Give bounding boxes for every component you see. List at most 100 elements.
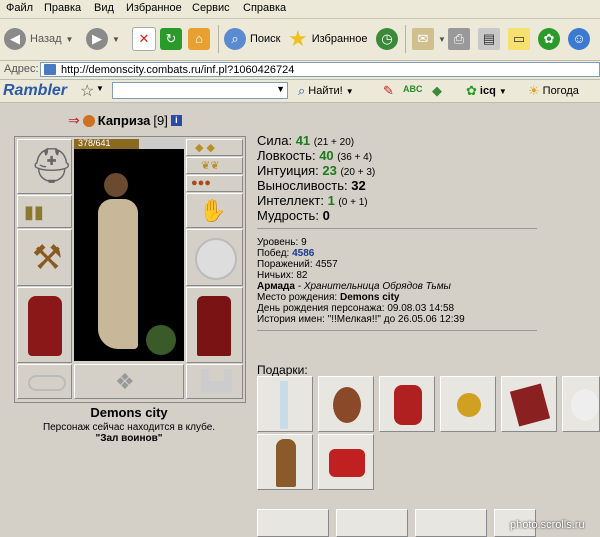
- gift-item[interactable]: [257, 434, 313, 490]
- character-header: ⇒ Каприза [9] i: [68, 112, 182, 129]
- menu-view[interactable]: Вид: [94, 2, 114, 14]
- gift-item[interactable]: [379, 376, 435, 432]
- helmet-slot[interactable]: ⛑: [17, 139, 74, 194]
- weather-button[interactable]: ☀ Погода: [528, 83, 579, 99]
- icq-flower-icon: ✿: [538, 28, 560, 50]
- rambler-toolbar: Rambler ☆ ▼ ▼ ⌕ Найти! ▼ ✎ ABC ◆ ✿ icq ▼…: [0, 80, 600, 103]
- discuss-button[interactable]: ▭: [508, 23, 530, 55]
- gift-clock-icon: [276, 439, 296, 487]
- rambler-logo[interactable]: Rambler: [3, 82, 67, 100]
- gift-item[interactable]: [415, 509, 487, 537]
- dropdown-arrow-icon[interactable]: ▼: [66, 35, 74, 44]
- star-icon[interactable]: ☆: [80, 81, 94, 101]
- helmet-icon: ⛑: [30, 147, 74, 185]
- gift-item[interactable]: [501, 376, 557, 432]
- forward-button[interactable]: ▶ ▼: [86, 23, 120, 55]
- dropdown-arrow-icon[interactable]: ▼: [499, 87, 507, 96]
- earrings-icon: ◆ ◆: [195, 142, 215, 154]
- emblem-icon: ❖: [115, 369, 135, 394]
- weapon-slot[interactable]: ⚒: [17, 229, 72, 286]
- avatar-head: [104, 173, 128, 197]
- menu-help[interactable]: Справка: [243, 2, 286, 14]
- mail-button[interactable]: ✉ ▼: [412, 23, 446, 55]
- print-button[interactable]: ⎙: [448, 23, 470, 55]
- spellcheck-icon[interactable]: ABC: [403, 84, 423, 94]
- gift-chocolate-icon: [509, 383, 551, 427]
- page-icon: [44, 64, 56, 75]
- menu-file[interactable]: Файл: [6, 2, 33, 14]
- sun-icon: ☀: [528, 83, 540, 98]
- address-url: http://demonscity.combats.ru/inf.pl?1060…: [61, 64, 295, 76]
- gift-item[interactable]: [440, 376, 496, 432]
- rings-icon: ●●●: [191, 177, 211, 189]
- hp-text: 378/641: [78, 138, 111, 148]
- refresh-button[interactable]: ↻: [160, 23, 182, 55]
- amulet-slot[interactable]: ❦❦: [186, 157, 243, 174]
- axe-icon: ⚒: [32, 239, 63, 277]
- rings-slot[interactable]: ●●●: [186, 175, 243, 192]
- gift-item[interactable]: [562, 376, 600, 432]
- history-button[interactable]: ◷: [376, 23, 398, 55]
- character-avatar[interactable]: 378/641: [74, 138, 184, 361]
- watermark: photo.scrolls.ru: [510, 519, 585, 531]
- toolbar-separator: [218, 25, 219, 53]
- history-icon: ◷: [376, 28, 398, 50]
- refresh-icon: ↻: [160, 28, 182, 50]
- messenger-button[interactable]: ☺: [568, 23, 590, 55]
- gift-scarf-icon: [329, 449, 365, 477]
- back-label: Назад: [30, 33, 62, 45]
- info-losses: Поражений: 4557: [257, 259, 338, 270]
- search-icon: ⌕: [298, 83, 306, 98]
- rune-slot[interactable]: ❖: [74, 364, 184, 399]
- dropdown-arrow-icon[interactable]: ▼: [96, 84, 104, 93]
- gift-item[interactable]: [257, 509, 329, 537]
- menu-favorites[interactable]: Избранное: [126, 2, 182, 14]
- stop-button[interactable]: ✕: [132, 23, 156, 55]
- address-bar: Адрес: http://demonscity.combats.ru/inf.…: [0, 61, 600, 80]
- legs-slot[interactable]: [186, 287, 243, 363]
- translate-icon[interactable]: ◆: [432, 83, 442, 99]
- gift-item[interactable]: [318, 376, 374, 432]
- info-wins: Побед: 4586: [257, 248, 315, 259]
- toolbar-separator: [405, 25, 406, 53]
- gift-medal-icon: [457, 393, 481, 417]
- arrow-right-icon[interactable]: ⇒: [68, 112, 80, 129]
- rambler-search-input[interactable]: ▼: [112, 82, 288, 99]
- address-input[interactable]: http://demonscity.combats.ru/inf.pl?1060…: [40, 62, 600, 77]
- info-armada: Армада - Хранительница Обрядов Тьмы: [257, 281, 451, 292]
- dropdown-arrow-icon[interactable]: ▼: [112, 35, 120, 44]
- menu-edit[interactable]: Правка: [44, 2, 81, 14]
- edit-button[interactable]: ▤: [478, 23, 500, 55]
- back-button[interactable]: ◀ Назад ▼: [4, 23, 73, 55]
- boots-slot[interactable]: ▙▟: [186, 364, 243, 399]
- pencil-icon[interactable]: ✎: [383, 83, 394, 99]
- menu-tools[interactable]: Сервис: [192, 2, 230, 14]
- toolbar: ◀ Назад ▼ ▶ ▼ ✕ ↻ ⌂ ⌕ Поиск ★ Избранное …: [0, 19, 600, 61]
- shield-slot[interactable]: [186, 229, 243, 286]
- icq-button[interactable]: ✿ icq ▼: [466, 83, 507, 99]
- gift-item[interactable]: [318, 434, 374, 490]
- belt-slot[interactable]: [17, 364, 72, 399]
- dropdown-arrow-icon[interactable]: ▼: [438, 35, 446, 44]
- earrings-slot[interactable]: ◆ ◆: [186, 139, 243, 156]
- home-button[interactable]: ⌂: [188, 23, 210, 55]
- info-history: История имен: "!!Мелкая!!" до 26.05.06 1…: [257, 314, 465, 325]
- character-name: Каприза: [97, 113, 151, 128]
- bracers-slot[interactable]: ▮▮: [17, 195, 72, 228]
- gloves-slot[interactable]: ✋: [186, 193, 243, 228]
- armor-slot[interactable]: [17, 287, 72, 363]
- gift-item[interactable]: [336, 509, 408, 537]
- gift-item[interactable]: [257, 376, 313, 432]
- dropdown-arrow-icon[interactable]: ▼: [346, 87, 354, 96]
- rambler-find-button[interactable]: ⌕ Найти! ▼: [298, 83, 354, 99]
- stat-wisdom: Мудрость: 0: [257, 208, 330, 223]
- info-birthday: День рождения персонажа: 09.08.03 14:58: [257, 303, 455, 314]
- clan-emblem-icon[interactable]: [82, 114, 95, 127]
- dropdown-arrow-icon[interactable]: ▼: [276, 84, 285, 94]
- favorites-button[interactable]: ★ Избранное: [288, 23, 367, 55]
- icq-toolbar-button[interactable]: ✿: [538, 23, 560, 55]
- pet-cat-icon: [146, 325, 176, 355]
- icq-label: icq: [479, 85, 496, 97]
- search-button[interactable]: ⌕ Поиск: [224, 23, 280, 55]
- info-icon[interactable]: i: [170, 115, 182, 126]
